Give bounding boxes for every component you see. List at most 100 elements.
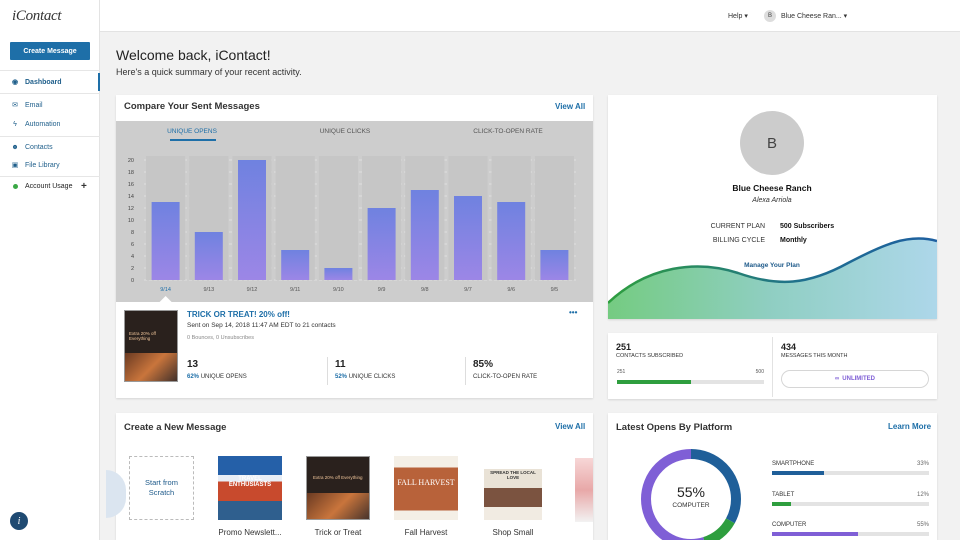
bar-9-5[interactable]	[540, 250, 569, 280]
stat-ctor-label: CLICK-TO-OPEN RATE	[473, 374, 538, 380]
y-tick-label: 0	[131, 278, 134, 284]
message-bounces: 0 Bounces, 0 Unsubscribes	[187, 335, 254, 341]
bar-9-14[interactable]	[151, 202, 180, 280]
billing-value: Monthly	[780, 237, 807, 244]
sidebar-item-label: Email	[25, 101, 43, 109]
x-tick-label[interactable]: 9/9	[378, 287, 386, 293]
dashboard-icon: ◉	[11, 79, 19, 86]
tab-unique-clicks[interactable]: UNIQUE CLICKS	[300, 128, 390, 135]
template-thumb-promo[interactable]: TRAVEL ENTHUSIASTS	[218, 456, 282, 520]
x-tick-label[interactable]: 9/10	[333, 287, 344, 293]
sidebar-divider	[0, 136, 100, 137]
y-tick-label: 6	[131, 242, 134, 248]
bar-9-10[interactable]	[324, 268, 353, 280]
sidebar-item-file-library[interactable]: ▣ File Library	[0, 156, 100, 174]
messages-month-value: 434	[781, 342, 797, 352]
bar-9-7[interactable]	[454, 196, 482, 280]
unlimited-badge: ∞ UNLIMITED	[781, 370, 929, 388]
brand-mark-icon[interactable]: i	[10, 512, 28, 530]
platform-label-tablet: TABLET	[772, 492, 795, 498]
platform-label-computer: COMPUTER	[772, 522, 807, 528]
x-tick-label[interactable]: 9/11	[290, 287, 300, 293]
help-menu[interactable]: Help ▾	[728, 12, 748, 20]
manage-plan-link[interactable]: Manage Your Plan	[700, 262, 844, 269]
y-tick-label: 8	[131, 230, 134, 236]
sidebar-item-label: File Library	[25, 161, 60, 169]
template-caption: Fall Harvest	[404, 528, 448, 537]
x-tick-label[interactable]: 9/5	[551, 287, 559, 293]
stats-divider	[772, 337, 773, 397]
bar-9-12[interactable]	[238, 160, 266, 280]
compare-view-all-link[interactable]: View All	[555, 102, 585, 111]
create-view-all-link[interactable]: View All	[555, 422, 585, 431]
sidebar-item-label: Account Usage	[25, 182, 73, 190]
bar-9-6[interactable]	[497, 202, 526, 280]
x-tick-label[interactable]: 9/6	[507, 287, 515, 293]
sidebar-item-label: Automation	[25, 120, 61, 128]
bar-9-9[interactable]	[367, 208, 396, 280]
start-from-scratch-tile[interactable]: Start from Scratch	[129, 456, 194, 520]
donut-center-label: COMPUTER	[672, 502, 710, 509]
x-tick-label[interactable]: 9/12	[247, 287, 258, 293]
bolt-icon: ϟ	[13, 120, 17, 128]
template-thumb-shop-small[interactable]: SPREAD THE LOCAL LOVE	[484, 456, 542, 520]
bar-9-13[interactable]	[194, 232, 223, 280]
tab-click-to-open-rate[interactable]: CLICK-TO-OPEN RATE	[458, 128, 558, 135]
learn-more-link[interactable]: Learn More	[888, 422, 931, 431]
expand-plus-icon[interactable]: +	[81, 181, 87, 192]
sidebar-item-dashboard[interactable]: ◉ Dashboard	[0, 73, 100, 91]
create-card-title: Create a New Message	[124, 422, 227, 433]
page-title: Welcome back, iContact!	[116, 47, 271, 63]
selection-pointer	[159, 296, 172, 302]
user-name: Alexa Arriola	[752, 197, 792, 204]
sidebar-item-email[interactable]: ✉ Email	[0, 96, 100, 114]
y-tick-label: 20	[128, 158, 134, 164]
tab-unique-opens[interactable]: UNIQUE OPENS	[160, 128, 224, 135]
app-logo[interactable]: iContact	[12, 8, 62, 25]
y-tick-label: 16	[128, 182, 134, 188]
platform-card-title: Latest Opens By Platform	[616, 422, 733, 433]
x-tick-label[interactable]: 9/8	[421, 287, 429, 293]
bar-9-11[interactable]	[281, 250, 310, 280]
x-tick-label[interactable]: 9/7	[464, 287, 472, 293]
create-message-button[interactable]: Create Message	[10, 42, 90, 60]
template-thumb-fall-harvest[interactable]: FALL HARVEST	[394, 456, 458, 520]
message-thumbnail[interactable]: Extra 20% off Everything	[124, 310, 178, 382]
opens-bar-chart: 201816141210864209/14 9/13 9/12 9/11 9/10 9/9…	[128, 156, 576, 302]
badge-label: UNLIMITED	[842, 376, 875, 382]
bar-9-8[interactable]	[410, 190, 439, 280]
sidebar-item-contacts[interactable]: ☻ Contacts	[0, 138, 100, 156]
thumb-image	[307, 493, 369, 519]
sidebar-divider	[0, 70, 100, 71]
sidebar-item-automation[interactable]: ϟ Automation	[0, 115, 100, 133]
subscribed-max: 500	[755, 369, 764, 375]
thumb-text: FALL HARVEST	[397, 478, 455, 487]
people-icon: ☻	[11, 143, 19, 151]
infinity-icon: ∞	[835, 376, 840, 382]
sidebar-item-label: Contacts	[25, 143, 53, 151]
y-tick-label: 14	[128, 194, 134, 200]
active-tab-underline	[170, 139, 216, 141]
stat-divider	[327, 357, 328, 385]
sidebar-divider	[0, 93, 100, 94]
platform-bar-fill	[772, 532, 859, 536]
platform-bar-tablet	[772, 502, 929, 506]
template-caption: Shop Small	[492, 528, 534, 537]
more-options-icon[interactable]: •••	[569, 308, 577, 317]
template-thumb-partial[interactable]	[575, 458, 593, 522]
subscribed-progress-fill	[617, 380, 691, 384]
stat-unique-clicks-value: 11	[335, 359, 346, 370]
x-tick-label[interactable]: 9/13	[203, 287, 214, 293]
page-subtitle: Here's a quick summary of your recent ac…	[116, 67, 302, 77]
account-menu[interactable]: Blue Cheese Ran... ▾	[781, 12, 847, 20]
platform-bar-fill	[772, 471, 824, 475]
sidebar-item-label: Dashboard	[25, 78, 62, 86]
y-tick-label: 10	[128, 218, 134, 224]
stat-unique-opens-value: 13	[187, 359, 199, 370]
profile-avatar[interactable]: B	[740, 111, 804, 175]
account-avatar[interactable]: B	[764, 10, 776, 22]
message-title-link[interactable]: TRICK OR TREAT! 20% off!	[187, 310, 290, 319]
x-tick-label[interactable]: 9/14	[160, 287, 171, 293]
thumb-text: Extra 20% off Everything	[313, 475, 363, 480]
template-thumb-trick-or-treat[interactable]: Extra 20% off Everything	[306, 456, 370, 520]
